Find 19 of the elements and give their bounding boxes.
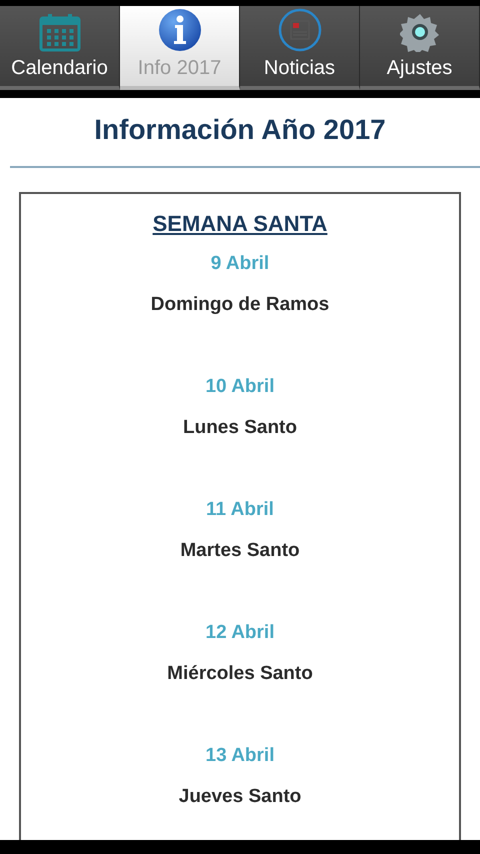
calendar-icon (38, 12, 82, 52)
tab[interactable]: Calendario (0, 6, 120, 90)
date-label: 13 Abril (206, 744, 274, 768)
gear-icon (400, 12, 440, 52)
newspaper-icon (278, 8, 322, 52)
tab[interactable]: Ajustes (360, 6, 480, 90)
day-name: Martes Santo (180, 539, 300, 563)
day-name: Jueves Santo (178, 785, 302, 809)
date-label: 12 Abril (206, 621, 274, 645)
day-name: Miércoles Santo (167, 662, 313, 686)
date-label: 10 Abril (205, 375, 274, 399)
tab[interactable]: Noticias (240, 6, 360, 90)
info-icon (158, 8, 202, 52)
date-label: 11 Abril (206, 498, 274, 522)
day-name: Lunes Santo (182, 416, 297, 440)
section-heading: SEMANA SANTA (152, 210, 328, 238)
date-label: 9 Abril (210, 252, 270, 276)
page-title: Información Año 2017 (93, 113, 387, 147)
day-name: Domingo de Ramos (150, 293, 330, 317)
